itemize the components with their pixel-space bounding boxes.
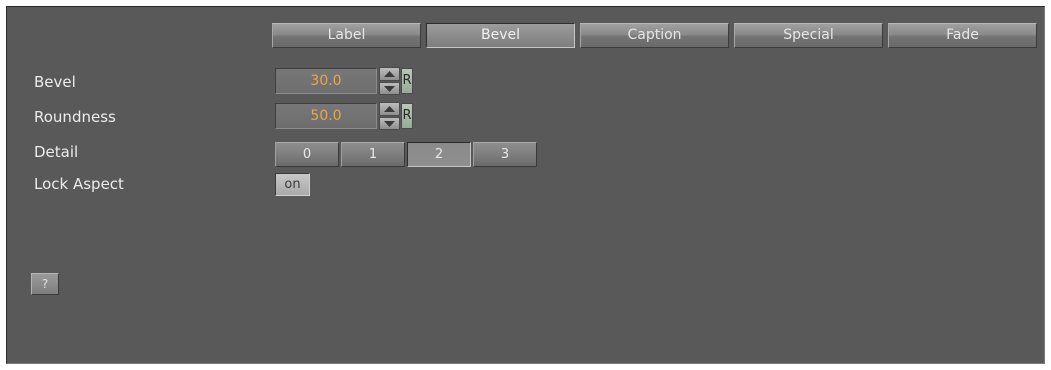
roundness-label: Roundness — [34, 108, 116, 126]
roundness-spinner — [379, 102, 400, 131]
tab-bar: Label Bevel Caption Special Fade — [272, 23, 1037, 48]
bevel-value-field[interactable]: 30.0 — [275, 68, 377, 94]
bevel-properties-panel: Label Bevel Caption Special Fade Bevel 3… — [6, 6, 1045, 364]
detail-option-2[interactable]: 2 — [407, 142, 471, 167]
bevel-decrement-button[interactable] — [379, 81, 400, 95]
bevel-increment-button[interactable] — [379, 67, 400, 81]
help-button[interactable]: ? — [31, 273, 59, 295]
bevel-label: Bevel — [34, 73, 76, 91]
detail-label: Detail — [34, 143, 79, 161]
roundness-reset-button[interactable]: R — [401, 103, 413, 129]
lock-aspect-label: Lock Aspect — [34, 175, 124, 193]
arrow-down-icon — [384, 85, 395, 92]
lock-aspect-toggle[interactable]: on — [275, 173, 310, 196]
tab-special[interactable]: Special — [734, 23, 883, 48]
detail-option-3[interactable]: 3 — [473, 142, 537, 167]
roundness-value-field[interactable]: 50.0 — [275, 103, 377, 129]
arrow-up-icon — [384, 71, 395, 77]
arrow-down-icon — [384, 120, 395, 127]
bevel-spinner — [379, 67, 400, 96]
arrow-up-icon — [384, 106, 395, 112]
detail-option-1[interactable]: 1 — [341, 142, 405, 167]
roundness-decrement-button[interactable] — [379, 116, 400, 130]
bevel-reset-button[interactable]: R — [401, 68, 413, 94]
roundness-increment-button[interactable] — [379, 102, 400, 116]
detail-option-0[interactable]: 0 — [275, 142, 339, 167]
tab-fade[interactable]: Fade — [888, 23, 1037, 48]
detail-selector: 0 1 2 3 — [275, 142, 539, 167]
tab-label[interactable]: Label — [272, 23, 421, 48]
tab-caption[interactable]: Caption — [580, 23, 729, 48]
tab-bevel[interactable]: Bevel — [426, 23, 575, 48]
